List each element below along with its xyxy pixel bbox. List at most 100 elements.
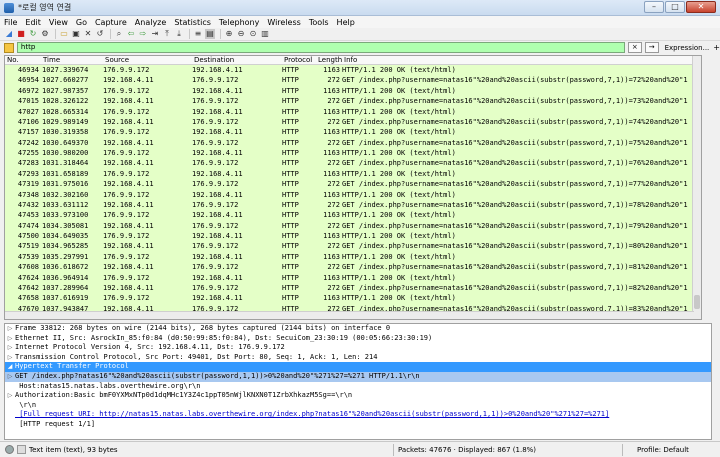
table-row[interactable]: 46972 1027.987357 176.9.9.172 192.168.4.11 H… xyxy=(5,85,701,97)
first-packet-icon[interactable]: ⤒ xyxy=(162,29,172,39)
expand-toggle-icon[interactable]: ▷ xyxy=(5,391,15,401)
column-source[interactable]: Source xyxy=(103,56,192,64)
colorize-icon[interactable]: ▤ xyxy=(205,29,215,39)
expand-toggle-icon[interactable]: ◢ xyxy=(5,362,15,372)
column-info[interactable]: Info xyxy=(342,56,701,64)
table-row[interactable]: 47157 1030.319358 176.9.9.172 192.168.4.11 H… xyxy=(5,127,701,138)
find-packet-icon[interactable]: ⌕ xyxy=(114,29,124,39)
reload-file-icon[interactable]: ↺ xyxy=(95,29,105,39)
menu-file[interactable]: File xyxy=(4,18,17,27)
detail-text: Hypertext Transfer Protocol xyxy=(15,362,129,371)
capture-comment-icon[interactable] xyxy=(17,445,26,454)
table-row[interactable]: 47027 1028.665314 176.9.9.172 192.168.4.11 H… xyxy=(5,106,701,117)
menu-tools[interactable]: Tools xyxy=(309,18,329,27)
scrollbar-thumb[interactable] xyxy=(694,295,700,309)
expand-toggle-icon[interactable]: ▷ xyxy=(5,324,15,334)
packet-list-horizontal-scrollbar[interactable] xyxy=(5,311,694,319)
detail-tree-item[interactable]: ▷ Internet Protocol Version 4, Src: 192.1… xyxy=(5,343,711,353)
display-filter-input[interactable]: http xyxy=(16,42,625,53)
close-file-icon[interactable]: ✕ xyxy=(83,29,93,39)
detail-tree-item[interactable]: [HTTP request 1/1] xyxy=(5,420,711,430)
expand-toggle-icon[interactable]: ▷ xyxy=(5,353,15,363)
menu-edit[interactable]: Edit xyxy=(25,18,41,27)
expert-info-icon[interactable] xyxy=(5,445,14,454)
expression-button[interactable]: Expression... xyxy=(665,44,710,52)
resize-columns-icon[interactable]: ▥ xyxy=(260,29,270,39)
save-file-icon[interactable]: ▣ xyxy=(71,29,81,39)
detail-tree-item[interactable]: Host:natas15.natas.labs.overthewire.org\… xyxy=(5,382,711,392)
zoom-reset-icon[interactable]: ⊙ xyxy=(248,29,258,39)
column-protocol[interactable]: Protocol xyxy=(282,56,316,64)
table-row[interactable]: 46934 1027.339674 176.9.9.172 192.168.4.11 H… xyxy=(5,65,701,76)
table-row[interactable]: 47015 1028.326122 192.168.4.11 176.9.9.172 H… xyxy=(5,96,701,107)
menu-capture[interactable]: Capture xyxy=(95,18,127,27)
column-length[interactable]: Length xyxy=(316,56,342,64)
menu-wireless[interactable]: Wireless xyxy=(267,18,300,27)
add-filter-button[interactable]: + xyxy=(713,43,720,52)
table-row[interactable]: 47242 1030.649370 192.168.4.11 176.9.9.172 H… xyxy=(5,137,701,148)
detail-tree-item[interactable]: ▷ Ethernet II, Src: AsrockIn_85:f0:84 (d0… xyxy=(5,334,711,344)
packet-details-pane[interactable]: ▷ Frame 33812: 268 bytes on wire (2144 bi… xyxy=(4,323,712,440)
last-packet-icon[interactable]: ⤓ xyxy=(174,29,184,39)
table-row[interactable]: 47624 1036.964914 176.9.9.172 192.168.4.11 H… xyxy=(5,272,701,283)
menu-statistics[interactable]: Statistics xyxy=(174,18,211,27)
minimize-button[interactable]: – xyxy=(644,1,664,13)
table-row[interactable]: 47539 1035.297991 176.9.9.172 192.168.4.11 H… xyxy=(5,251,701,263)
autoscroll-icon[interactable]: ≡ xyxy=(193,29,203,39)
apply-filter-button[interactable]: → xyxy=(644,42,659,53)
column-no[interactable]: No. xyxy=(5,56,41,64)
cell-proto: HTTP xyxy=(282,283,299,292)
table-row[interactable]: 47283 1031.318464 192.168.4.11 176.9.9.172 H… xyxy=(5,158,701,169)
maximize-button[interactable]: □ xyxy=(665,1,685,13)
menu-telephony[interactable]: Telephony xyxy=(219,18,259,27)
detail-tree-item[interactable]: ▷ Authorization:Basic bmF0YXMxNTp0d1dqMHc… xyxy=(5,391,711,401)
table-row[interactable]: 47348 1032.302160 176.9.9.172 192.168.4.11 H… xyxy=(5,189,701,200)
table-row[interactable]: 47642 1037.289964 192.168.4.11 176.9.9.172 H… xyxy=(5,282,701,294)
stop-capture-icon[interactable]: ■ xyxy=(16,29,26,39)
cell-len: 1163 xyxy=(323,107,340,116)
zoom-out-icon[interactable]: ⊖ xyxy=(236,29,246,39)
go-back-icon[interactable]: ⇦ xyxy=(126,29,136,39)
capture-options-icon[interactable]: ⚙ xyxy=(40,29,50,39)
detail-tree-item[interactable]: \r\n xyxy=(5,401,711,411)
detail-tree-item[interactable]: ▷ GET /index.php?natas16"%20and%20ascii(s… xyxy=(5,371,711,382)
column-time[interactable]: Time xyxy=(41,56,103,64)
close-button[interactable]: ✕ xyxy=(686,1,716,13)
open-file-icon[interactable]: ▭ xyxy=(59,29,69,39)
column-destination[interactable]: Destination xyxy=(192,56,282,64)
restart-capture-icon[interactable]: ↻ xyxy=(28,29,38,39)
table-row[interactable]: 47519 1034.965285 192.168.4.11 176.9.9.172 H… xyxy=(5,241,701,252)
start-capture-icon[interactable]: ◢ xyxy=(4,29,14,39)
go-to-packet-icon[interactable]: ⇥ xyxy=(150,29,160,39)
detail-tree-item[interactable]: ◢ Hypertext Transfer Protocol xyxy=(5,362,711,372)
table-row[interactable]: 47255 1030.980200 176.9.9.172 192.168.4.11 H… xyxy=(5,148,701,159)
table-row[interactable]: 47608 1036.618672 192.168.4.11 176.9.9.172 H… xyxy=(5,262,701,273)
table-row[interactable]: 47500 1034.649035 176.9.9.172 192.168.4.11 H… xyxy=(5,231,701,242)
table-row[interactable]: 47293 1031.658189 176.9.9.172 192.168.4.11 H… xyxy=(5,168,701,180)
zoom-in-icon[interactable]: ⊕ xyxy=(224,29,234,39)
detail-tree-item[interactable]: ▷ Frame 33812: 268 bytes on wire (2144 bi… xyxy=(5,324,711,334)
go-forward-icon[interactable]: ⇨ xyxy=(138,29,148,39)
table-row[interactable]: 47319 1031.975016 192.168.4.11 176.9.9.172 H… xyxy=(5,179,701,190)
detail-tree-item[interactable]: [Full request URI: http://natas15.natas.… xyxy=(5,410,711,420)
cell-no: 46934 xyxy=(17,66,39,74)
menu-help[interactable]: Help xyxy=(337,18,355,27)
table-row[interactable]: 47453 1033.973100 176.9.9.172 192.168.4.11 H… xyxy=(5,210,701,221)
table-row[interactable]: 47106 1029.989149 192.168.4.11 176.9.9.172 H… xyxy=(5,116,701,128)
menu-analyze[interactable]: Analyze xyxy=(135,18,167,27)
table-row[interactable]: 47658 1037.616919 176.9.9.172 192.168.4.11 H… xyxy=(5,293,701,304)
menu-view[interactable]: View xyxy=(49,18,68,27)
packet-list-vertical-scrollbar[interactable] xyxy=(692,56,701,319)
menu-go[interactable]: Go xyxy=(76,18,87,27)
table-row[interactable]: 46954 1027.660277 192.168.4.11 176.9.9.172 H… xyxy=(5,75,701,86)
table-row[interactable]: 47432 1033.631112 192.168.4.11 176.9.9.172 H… xyxy=(5,199,701,211)
expand-toggle-icon[interactable]: ▷ xyxy=(5,343,15,353)
table-row[interactable]: 47474 1034.305081 192.168.4.11 176.9.9.172 H… xyxy=(5,220,701,231)
expand-toggle-icon[interactable]: ▷ xyxy=(5,334,15,344)
status-profile[interactable]: Profile: Default xyxy=(637,446,689,454)
clear-filter-button[interactable]: × xyxy=(627,42,642,53)
bookmark-filter-icon[interactable] xyxy=(4,42,14,53)
detail-tree-item[interactable]: ▷ Transmission Control Protocol, Src Port… xyxy=(5,353,711,363)
expand-toggle-icon[interactable]: ▷ xyxy=(5,372,15,382)
packet-list[interactable]: No. Time Source Destination Protocol Len… xyxy=(4,55,702,320)
